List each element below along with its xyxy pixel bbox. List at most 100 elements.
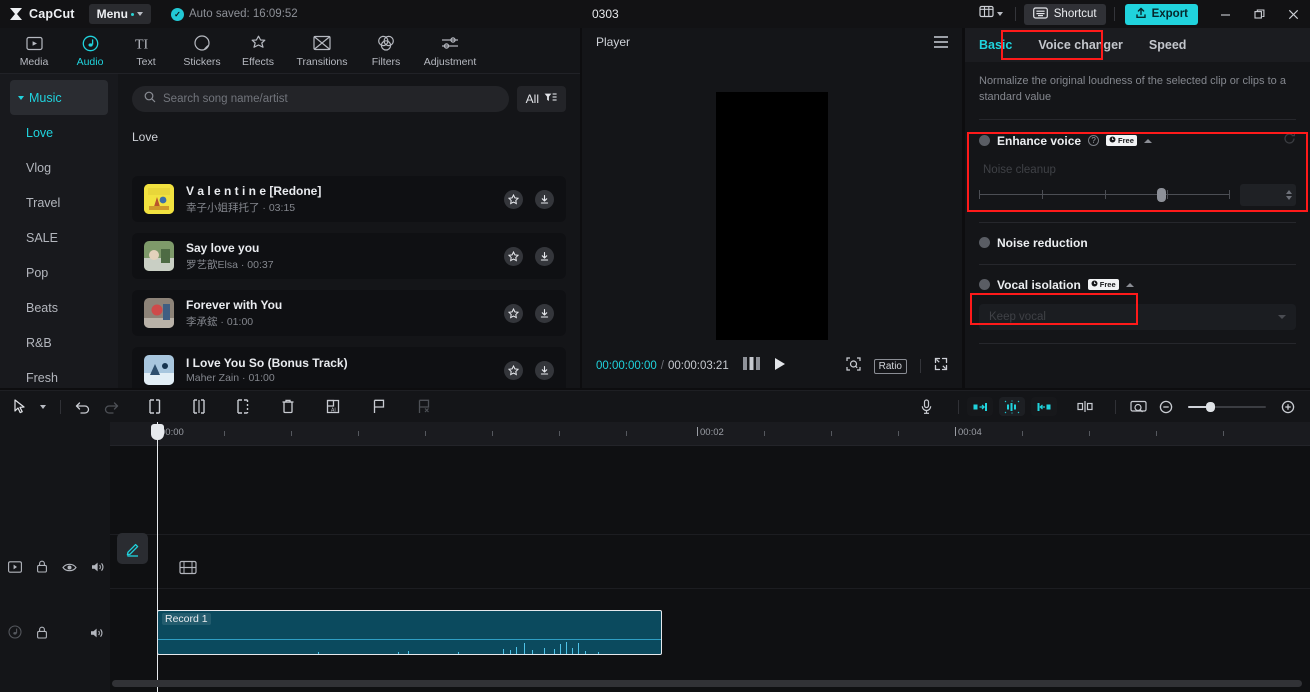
undo-icon[interactable] — [69, 393, 97, 421]
enhance-voice-toggle[interactable] — [979, 135, 990, 147]
sidebar-item-vlog[interactable]: Vlog — [10, 150, 108, 185]
slider-tick — [979, 189, 980, 199]
sidebar-item-love[interactable]: Love — [10, 115, 108, 150]
caret-up-icon[interactable] — [1143, 138, 1152, 143]
favorite-star-icon[interactable] — [504, 246, 523, 266]
timeline-clip-record1[interactable]: Record 1 — [157, 610, 662, 655]
select-arrow-icon[interactable] — [6, 393, 34, 421]
tab-audio[interactable]: Audio — [62, 29, 118, 73]
menu-button[interactable]: Menu — [88, 4, 151, 24]
noise-cleanup-slider[interactable] — [979, 187, 1230, 202]
redo-icon[interactable] — [97, 393, 125, 421]
tab-voice-changer[interactable]: Voice changer — [1038, 38, 1123, 52]
tab-media[interactable]: Media — [6, 29, 62, 73]
favorite-star-icon[interactable] — [504, 360, 523, 380]
timeline-ruler[interactable]: 00:00 00:02 00:04 — [110, 422, 1310, 446]
noise-cleanup-value-box[interactable] — [1240, 183, 1296, 206]
reset-icon[interactable] — [1283, 132, 1296, 150]
timeline-zoom-slider[interactable] — [1188, 401, 1266, 413]
download-icon[interactable] — [535, 360, 554, 380]
volume-icon[interactable] — [91, 560, 105, 578]
vocal-isolation-toggle[interactable] — [979, 279, 990, 291]
playhead-handle[interactable] — [151, 424, 164, 440]
export-button[interactable]: Export — [1124, 3, 1198, 25]
video-stage[interactable] — [582, 66, 962, 366]
tab-speed[interactable]: Speed — [1149, 38, 1187, 52]
fullscreen-icon[interactable] — [934, 357, 948, 376]
track-preview-icon[interactable] — [8, 560, 22, 578]
auto-speed-icon[interactable] — [999, 397, 1025, 416]
timeline-horizontal-scrollbar[interactable] — [112, 680, 1302, 687]
magnifier-icon[interactable] — [846, 356, 861, 376]
pen-edit-icon[interactable] — [117, 533, 148, 564]
list-item[interactable]: V a l e n t i n e [Redone] 幸子小姐拜托了 · 03:… — [132, 176, 566, 222]
vocal-mode-dropdown[interactable]: Keep vocal — [979, 303, 1296, 330]
video-clip-icon[interactable] — [176, 555, 200, 579]
sidebar-item-travel[interactable]: Travel — [10, 185, 108, 220]
ai-caption-icon[interactable]: AI — [319, 393, 347, 421]
close-button[interactable] — [1276, 0, 1310, 28]
tab-basic[interactable]: Basic — [979, 38, 1012, 52]
tab-filters[interactable]: Filters — [358, 29, 414, 73]
restore-button[interactable] — [1242, 0, 1276, 28]
tab-text[interactable]: TI Text — [118, 29, 174, 73]
volume-icon[interactable] — [90, 626, 104, 644]
minimize-button[interactable] — [1208, 0, 1242, 28]
noise-reduction-toggle[interactable] — [979, 237, 990, 249]
song-pane: All Love V a l e n t i n e [Redone] — [118, 74, 580, 388]
hamburger-icon[interactable] — [934, 36, 948, 48]
list-item[interactable]: I Love You So (Bonus Track) Maher Zain ·… — [132, 347, 566, 388]
list-item[interactable]: Forever with You 李承鋐 · 01:00 — [132, 290, 566, 336]
question-icon[interactable]: ? — [1088, 135, 1100, 147]
track-area[interactable]: Record 1 — [0, 422, 1310, 692]
play-icon[interactable] — [774, 357, 786, 376]
frames-icon[interactable] — [742, 357, 760, 375]
layout-button[interactable] — [975, 5, 1007, 23]
split-icon[interactable] — [185, 393, 213, 421]
download-icon[interactable] — [535, 246, 554, 266]
eye-icon[interactable] — [62, 560, 77, 578]
download-icon[interactable] — [535, 303, 554, 323]
split-right-icon[interactable] — [229, 393, 257, 421]
split-left-icon[interactable] — [141, 393, 169, 421]
search-input[interactable] — [163, 93, 497, 105]
slider-knob[interactable] — [1157, 187, 1167, 202]
delete-icon[interactable] — [274, 393, 302, 421]
favorite-star-icon[interactable] — [504, 189, 523, 209]
shortcut-button[interactable]: Shortcut — [1023, 3, 1106, 25]
tab-stickers[interactable]: Stickers — [174, 29, 230, 73]
timeline[interactable]: 00:00 00:02 00:04 Record 1 — [0, 422, 1310, 692]
sidebar-item-sale[interactable]: SALE — [10, 220, 108, 255]
zoom-in-icon[interactable] — [1274, 393, 1302, 421]
caret-up-icon[interactable] — [1125, 282, 1134, 287]
zoom-out-icon[interactable] — [1152, 393, 1180, 421]
sidebar-item-beats[interactable]: Beats — [10, 290, 108, 325]
tab-transitions[interactable]: Transitions — [286, 29, 358, 73]
favorite-star-icon[interactable] — [504, 303, 523, 323]
tab-adjustment[interactable]: Adjustment — [414, 29, 486, 73]
marker-delete-icon[interactable] — [409, 393, 437, 421]
mirror-icon[interactable] — [1071, 393, 1099, 421]
keyframe-out-icon[interactable] — [1031, 397, 1057, 416]
list-item[interactable]: Say love you 罗艺歆Elsa · 00:37 — [132, 233, 566, 279]
zoom-knob[interactable] — [1206, 401, 1215, 412]
keyframe-in-icon[interactable] — [967, 397, 993, 416]
lock-closed-icon[interactable] — [36, 560, 48, 578]
sidebar-item-fresh[interactable]: Fresh — [10, 360, 108, 388]
marker-icon[interactable] — [364, 393, 392, 421]
sidebar-item-pop[interactable]: Pop — [10, 255, 108, 290]
ratio-button[interactable]: Ratio — [873, 358, 907, 374]
filter-all-button[interactable]: All — [516, 86, 566, 112]
sidebar-item-rnb[interactable]: R&B — [10, 325, 108, 360]
tab-effects[interactable]: Effects — [230, 29, 286, 73]
microphone-icon[interactable] — [912, 393, 940, 421]
download-icon[interactable] — [535, 189, 554, 209]
sidebar-item-music[interactable]: Music — [10, 80, 108, 115]
stepper-icon[interactable] — [1286, 189, 1292, 200]
chevron-down-icon[interactable] — [34, 393, 52, 421]
lock-closed-icon[interactable] — [36, 626, 48, 644]
ruler-tick — [492, 431, 493, 436]
audio-note-icon[interactable] — [8, 625, 22, 644]
crop-preview-icon[interactable] — [1124, 393, 1152, 421]
search-box[interactable] — [132, 86, 509, 112]
